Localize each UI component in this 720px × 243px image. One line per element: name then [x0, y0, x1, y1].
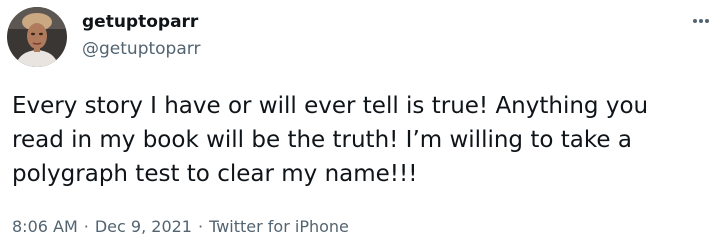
- author-avatar[interactable]: [7, 7, 67, 67]
- more-options-button[interactable]: [686, 10, 716, 32]
- author-display-name[interactable]: getuptoparr: [82, 10, 198, 34]
- tweet-time: 8:06 AM: [12, 217, 78, 236]
- tweet-text: Every story I have or will ever tell is …: [12, 89, 716, 191]
- more-options-icon: [693, 19, 709, 23]
- tweet-text-line: Every story I have or will ever tell is …: [12, 93, 649, 119]
- tweet-source-link[interactable]: Twitter for iPhone: [209, 217, 349, 236]
- tweet-date: Dec 9, 2021: [94, 217, 192, 236]
- author-handle[interactable]: @getuptoparr: [82, 37, 200, 61]
- tweet-meta: 8:06 AM · Dec 9, 2021 · Twitter for iPhone: [12, 216, 349, 238]
- tweet-timestamp-link[interactable]: 8:06 AM · Dec 9, 2021: [12, 217, 192, 236]
- avatar-photo-icon: [7, 7, 67, 67]
- tweet-text-line: read in my book will be the truth! I’m w…: [12, 127, 632, 153]
- tweet-text-line: polygraph test to clear my name!!!: [12, 161, 418, 187]
- meta-separator: ·: [197, 217, 204, 236]
- tweet-card: getuptoparr @getuptoparr Every story I h…: [0, 0, 720, 243]
- meta-separator: ·: [83, 217, 89, 236]
